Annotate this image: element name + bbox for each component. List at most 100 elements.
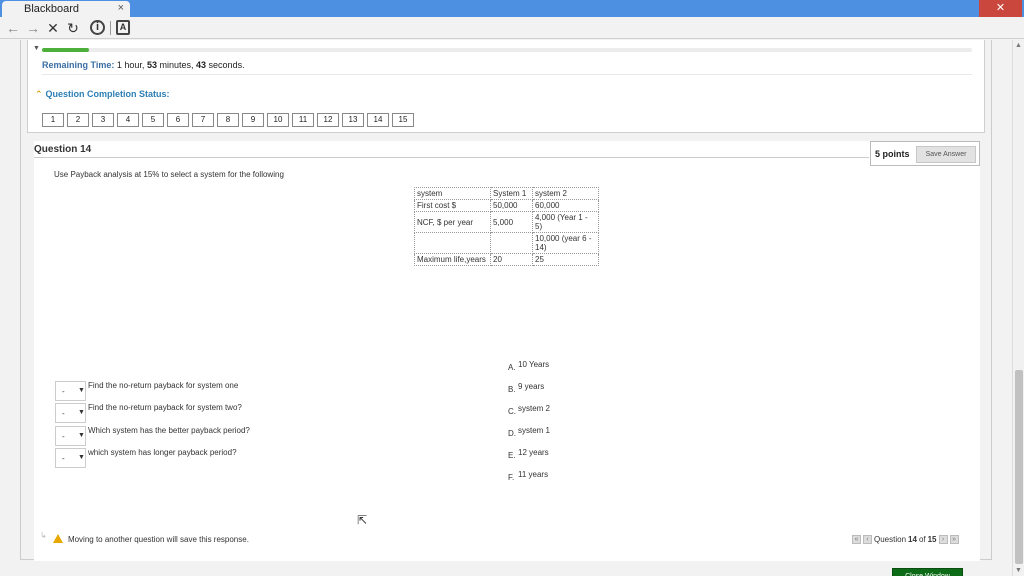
close-window-button[interactable]: Close Window [892, 568, 963, 576]
tab-close-icon[interactable]: × [118, 2, 124, 14]
question-title: Question 14 [34, 144, 92, 155]
answer-letter: F. [508, 473, 515, 482]
table-cell: First cost $ [414, 199, 491, 212]
answer-text: system 1 [518, 426, 551, 435]
table-cell [490, 232, 533, 254]
table-row: 10,000 (year 6 - 14) [414, 232, 599, 254]
table-cell: System 1 [490, 187, 533, 200]
warning-icon [52, 534, 63, 543]
question-text: Use Payback analysis at 15% to select a … [54, 170, 284, 179]
answer-option: F. 11 years [508, 470, 548, 482]
question-number-button[interactable]: 2 [67, 113, 89, 127]
dropdown-arrow-icon: ▼ [78, 454, 85, 461]
answer-select-value: - [62, 409, 65, 418]
answer-letter: A. [508, 363, 516, 372]
scrollbar-thumb[interactable] [1015, 370, 1023, 564]
question-number-button[interactable]: 10 [267, 113, 289, 127]
hour-word: hour, [124, 60, 145, 70]
question-number-button[interactable]: 11 [292, 113, 314, 127]
return-arrow-icon: ↳ [40, 531, 47, 540]
minute-word: minutes, [159, 60, 194, 70]
save-warning: ↳ Moving to another question will save t… [40, 531, 249, 544]
table-cell: system [414, 187, 491, 200]
answer-select[interactable]: - ▼ [55, 381, 86, 401]
question-number-button[interactable]: 3 [92, 113, 114, 127]
matching-prompt-text: which system has longer payback period? [88, 448, 237, 457]
system-data-table: system System 1 system 2 First cost $50,000… [414, 187, 599, 266]
question-number-button[interactable]: 9 [242, 113, 264, 127]
remaining-time-label: Remaining Time: [42, 60, 115, 70]
collapse-triangle-icon[interactable]: ▼ [33, 45, 40, 52]
question-number-button[interactable]: 4 [117, 113, 139, 127]
answer-text: 10 Years [518, 360, 550, 369]
answer-option: C. system 2 [508, 404, 550, 416]
question-number-button[interactable]: 13 [342, 113, 364, 127]
remaining-minutes: 53 [146, 60, 157, 70]
current-question-number: 14 [908, 535, 917, 544]
back-arrow-icon[interactable]: ← [4, 18, 22, 38]
question-navigation: « ‹ Question 14 of 15 › » [852, 535, 959, 544]
remaining-time: Remaining Time: 1 hour, 53 minutes, 43 s… [42, 60, 245, 70]
completion-status-toggle[interactable]: ⌃ Question Completion Status: [35, 89, 170, 100]
caret-up-icon: ⌃ [35, 89, 43, 99]
matching-prompt-text: Find the no-return payback for system on… [88, 381, 239, 390]
mouse-cursor-icon: ⇱ [357, 513, 368, 527]
table-cell: Maximum life,years [414, 253, 491, 266]
question-panel: Question 14 5 points Save Answer Use Pay… [34, 141, 980, 576]
stop-icon[interactable]: ✕ [44, 18, 62, 38]
answer-select-value: - [62, 432, 65, 441]
completion-status-label: Question Completion Status: [45, 89, 170, 99]
total-question-number: 15 [927, 535, 937, 544]
question-number-button[interactable]: 6 [167, 113, 189, 127]
question-points: 5 points [875, 149, 910, 159]
answer-option: E. 12 years [508, 448, 549, 460]
table-cell: 5,000 [490, 211, 533, 233]
table-cell: 60,000 [532, 199, 599, 212]
table-cell: 10,000 (year 6 - 14) [532, 232, 599, 254]
matching-prompt-text: Find the no-return payback for system tw… [88, 403, 242, 412]
question-number-button[interactable]: 12 [317, 113, 339, 127]
previous-question-icon[interactable]: ‹ [863, 535, 872, 544]
save-answer-button[interactable]: Save Answer [916, 146, 976, 163]
question-number-button[interactable]: 15 [392, 113, 414, 127]
browser-tab[interactable]: Blackboard × [2, 1, 130, 17]
answer-letter: D. [508, 429, 516, 438]
scroll-down-arrow-icon[interactable]: ▼ [1015, 567, 1022, 574]
question-number-button[interactable]: 7 [192, 113, 214, 127]
forward-arrow-icon[interactable]: → [24, 18, 42, 38]
table-row: First cost $50,000 60,000 [414, 199, 599, 212]
answer-letter: E. [508, 451, 516, 460]
answer-select[interactable]: - ▼ [55, 448, 86, 468]
scroll-up-arrow-icon[interactable]: ▲ [1015, 42, 1022, 49]
browser-title-bar: Blackboard × ✕ [0, 0, 1024, 17]
page-scrollbar[interactable]: ▲ ▼ [1012, 40, 1024, 576]
dropdown-arrow-icon: ▼ [78, 409, 85, 416]
info-icon[interactable]: i [90, 20, 105, 35]
question-number-button[interactable]: 8 [217, 113, 239, 127]
dropdown-arrow-icon: ▼ [78, 387, 85, 394]
question-number-button[interactable]: 14 [367, 113, 389, 127]
answer-option: B. 9 years [508, 382, 544, 394]
answer-select[interactable]: - ▼ [55, 426, 86, 446]
progress-bar [42, 48, 972, 52]
question-number-button[interactable]: 5 [142, 113, 164, 127]
page-viewport: ▼ Remaining Time: 1 hour, 53 minutes, 43… [0, 40, 1012, 576]
last-question-icon[interactable]: » [949, 535, 959, 544]
window-close-button[interactable]: ✕ [979, 0, 1022, 17]
answer-letter: C. [508, 407, 516, 416]
reload-icon[interactable]: ↻ [64, 18, 82, 38]
answer-option: A. 10 Years [508, 360, 550, 372]
reader-mode-icon[interactable]: A [116, 20, 130, 35]
remaining-seconds: 43 [196, 60, 207, 70]
table-cell: 20 [490, 253, 533, 266]
table-cell: 50,000 [490, 199, 533, 212]
table-row: system System 1 system 2 [414, 187, 599, 200]
question-number-button[interactable]: 1 [42, 113, 64, 127]
dropdown-arrow-icon: ▼ [78, 432, 85, 439]
table-cell: system 2 [532, 187, 599, 200]
next-question-icon[interactable]: › [938, 535, 948, 544]
table-row: Maximum life,years 20 25 [414, 253, 599, 266]
answer-letter: B. [508, 385, 516, 394]
answer-select[interactable]: - ▼ [55, 403, 86, 423]
first-question-icon[interactable]: « [852, 535, 861, 544]
